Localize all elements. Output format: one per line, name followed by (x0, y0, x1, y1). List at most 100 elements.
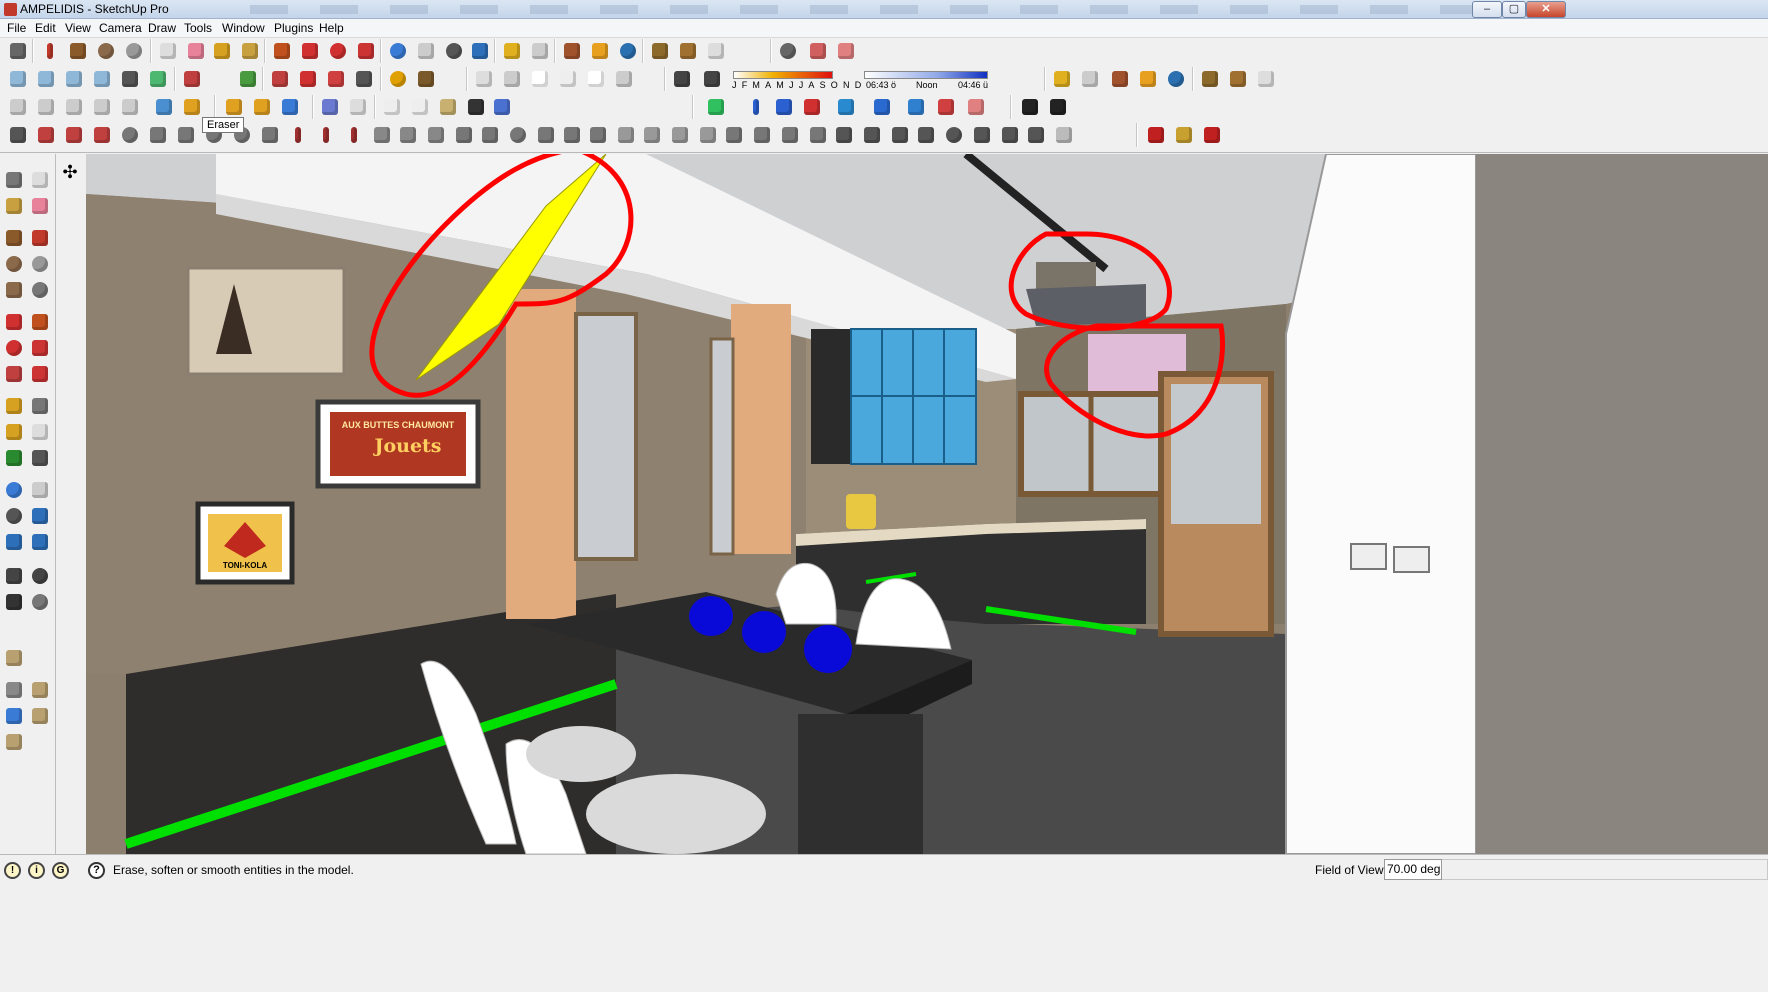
top-view-icon[interactable] (34, 67, 58, 91)
house-e-icon[interactable] (584, 67, 608, 91)
plugin-i-icon[interactable] (964, 95, 988, 119)
arc-tool-icon[interactable] (122, 39, 146, 63)
fog-toggle-icon[interactable] (700, 67, 724, 91)
plugin-b-icon[interactable] (744, 95, 768, 119)
geolocation-icon[interactable]: ! (4, 862, 21, 879)
left-orbit-icon[interactable] (2, 478, 26, 502)
left-layer-icon[interactable] (2, 646, 26, 670)
model-viewport[interactable]: AUX BUTTES CHAUMONT Jouets TONI-KOLA (86, 154, 1768, 854)
pin-toolbar-icon[interactable]: ✣ (58, 160, 82, 184)
left-move-icon[interactable] (2, 310, 26, 334)
component-c-icon[interactable] (704, 39, 728, 63)
dynamic-c-icon[interactable] (278, 95, 302, 119)
make-component-icon[interactable] (156, 39, 180, 63)
tool-r4-36-icon[interactable] (970, 123, 994, 147)
push-pull-icon[interactable] (270, 39, 294, 63)
textured-icon[interactable] (436, 95, 460, 119)
left-select-icon[interactable] (2, 168, 26, 192)
select-tool-icon[interactable] (6, 39, 30, 63)
layer-c-icon[interactable] (62, 95, 86, 119)
plugin-d-icon[interactable] (800, 95, 824, 119)
component-f-icon[interactable] (1254, 67, 1278, 91)
orbit-tool-icon[interactable] (386, 39, 410, 63)
menu-camera[interactable]: Camera (96, 21, 145, 35)
component-e-icon[interactable] (1226, 67, 1250, 91)
tool-r4-14-icon[interactable] (370, 123, 394, 147)
house-a-icon[interactable] (472, 67, 496, 91)
left-followme-icon[interactable] (28, 336, 52, 360)
house-d-icon[interactable] (556, 67, 580, 91)
left-pushpull-icon[interactable] (28, 310, 52, 334)
sandbox-d-icon[interactable] (296, 67, 320, 91)
tool-r4-26-icon[interactable] (696, 123, 720, 147)
time-slider[interactable] (864, 71, 988, 79)
left-pan-icon[interactable] (28, 478, 52, 502)
menu-tools[interactable]: Tools (181, 21, 215, 35)
tool-r4-39-icon[interactable] (1052, 123, 1076, 147)
tool-r4-19-icon[interactable] (506, 123, 530, 147)
tool-r4-20-icon[interactable] (534, 123, 558, 147)
plugin-f-icon[interactable] (870, 95, 894, 119)
component-d-icon[interactable] (1198, 67, 1222, 91)
left-group-d-icon[interactable] (28, 704, 52, 728)
move-tool-icon[interactable] (298, 39, 322, 63)
rotate-tool-icon[interactable] (326, 39, 350, 63)
plugin-g-icon[interactable] (904, 95, 928, 119)
menu-draw[interactable]: Draw (145, 21, 179, 35)
rectangle-tool-icon[interactable] (66, 39, 90, 63)
iso-view-icon[interactable] (6, 67, 30, 91)
component-b-icon[interactable] (676, 39, 700, 63)
tool-r4-1-icon[interactable] (6, 123, 30, 147)
left-position-camera-icon[interactable] (2, 564, 26, 588)
upload-2-icon[interactable] (1136, 67, 1160, 91)
warehouse-icon[interactable] (560, 39, 584, 63)
sandbox-e-icon[interactable] (324, 67, 348, 91)
dynamic-a-icon[interactable] (222, 95, 246, 119)
line-tool-icon[interactable] (38, 39, 62, 63)
tool-r4-37-icon[interactable] (998, 123, 1022, 147)
tool-r4-18-icon[interactable] (478, 123, 502, 147)
tool-r4-13-icon[interactable] (342, 123, 366, 147)
date-slider[interactable] (733, 71, 833, 79)
tool-r4-24-icon[interactable] (640, 123, 664, 147)
tool-r4-10-icon[interactable] (258, 123, 282, 147)
close-button[interactable]: ✕ (1526, 1, 1566, 18)
left-line-icon[interactable] (28, 226, 52, 250)
paint-bucket-icon[interactable] (238, 39, 262, 63)
credits-icon[interactable]: i (28, 862, 45, 879)
tool-r4-11-icon[interactable] (286, 123, 310, 147)
solar-north-icon[interactable] (386, 67, 410, 91)
share-model-icon[interactable] (588, 39, 612, 63)
left-dimension-icon[interactable] (28, 394, 52, 418)
shaded-icon[interactable] (408, 95, 432, 119)
menu-window[interactable]: Window (219, 21, 268, 35)
plugin-h-icon[interactable] (934, 95, 958, 119)
tool-r4-29-icon[interactable] (778, 123, 802, 147)
left-eraser-icon[interactable] (28, 194, 52, 218)
left-view-icon[interactable] (146, 67, 170, 91)
layer-b-icon[interactable] (34, 95, 58, 119)
layer-e-icon[interactable] (118, 95, 142, 119)
plant-a-icon[interactable] (1144, 123, 1168, 147)
left-group-c-icon[interactable] (2, 704, 26, 728)
back-view-icon[interactable] (118, 67, 142, 91)
plant-c-icon[interactable] (1200, 123, 1224, 147)
shadows-toggle-icon[interactable] (670, 67, 694, 91)
left-scale-icon[interactable] (2, 362, 26, 386)
get-models-icon[interactable] (616, 39, 640, 63)
help-icon[interactable]: ? (88, 862, 105, 879)
left-zoom-extents-icon[interactable] (2, 530, 26, 554)
left-paint-icon[interactable] (2, 194, 26, 218)
section-display-icon[interactable] (834, 39, 858, 63)
tool-r4-34-icon[interactable] (914, 123, 938, 147)
house-b-icon[interactable] (500, 67, 524, 91)
menu-view[interactable]: View (62, 21, 94, 35)
dynamic-b-icon[interactable] (250, 95, 274, 119)
maximize-button[interactable]: ▢ (1502, 1, 1526, 18)
left-zoom-icon[interactable] (2, 504, 26, 528)
tool-r4-30-icon[interactable] (806, 123, 830, 147)
prev-scene-icon[interactable] (1050, 67, 1074, 91)
left-look-around-icon[interactable] (28, 564, 52, 588)
minimize-button[interactable]: – (1472, 1, 1502, 18)
house-c-icon[interactable] (528, 67, 552, 91)
